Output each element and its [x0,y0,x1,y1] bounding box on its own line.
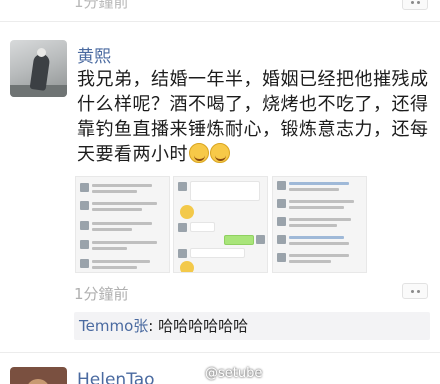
comment-item[interactable]: Temmo张: 哈哈哈哈哈哈 [74,312,430,340]
comment-text: 哈哈哈哈哈哈 [158,317,249,335]
previous-post-more-button[interactable] [402,0,428,10]
author-name[interactable]: 黄熙 [77,42,111,67]
post-image-2[interactable] [173,176,268,273]
post-text: 我兄弟，结婚一年半，婚姻已经把他摧残成什么样呢？酒不喝了，烧烤也不吃了，还得靠钓… [77,67,429,167]
previous-post-time: 1分鐘前 [74,0,129,11]
comment-separator: : [148,317,154,335]
post-divider [0,352,440,353]
crying-laughing-emoji-icon [189,143,209,163]
next-author-avatar[interactable] [10,367,67,384]
post-more-button[interactable] [402,283,428,299]
post-time: 1分鐘前 [74,285,129,303]
post-body: 我兄弟，结婚一年半，婚姻已经把他摧残成什么样呢？酒不喝了，烧烤也不吃了，还得靠钓… [77,69,429,165]
author-avatar[interactable] [10,40,67,97]
commenter-name[interactable]: Temmo张 [79,317,148,335]
post-image-3[interactable] [272,176,367,273]
watermark: @setube [205,366,263,381]
post-image-1[interactable] [75,176,170,273]
crying-laughing-emoji-icon [210,143,230,163]
next-author-name[interactable]: HelenTao [77,370,155,384]
previous-post-footer: 1分鐘前 [0,0,440,22]
